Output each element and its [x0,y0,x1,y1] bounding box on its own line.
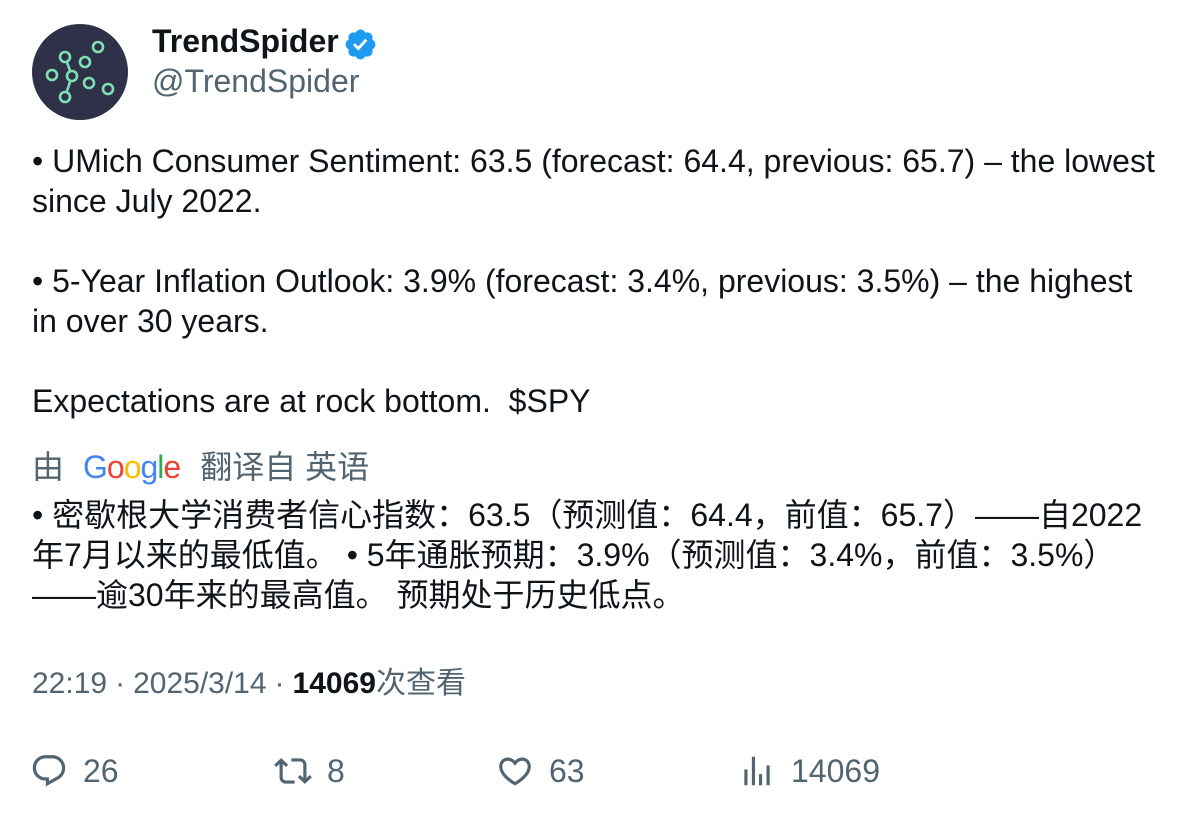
retweet-icon [274,758,312,784]
tweet-date[interactable]: 2025/3/14 [133,667,266,700]
tweet-paragraph: • 5-Year Inflation Outlook: 3.9% (foreca… [32,263,1142,339]
tweet-time[interactable]: 22:19 [32,667,107,700]
like-count: 63 [549,753,585,789]
view-count-label: 次查看 [375,667,466,700]
google-logo-letter: g [140,449,159,485]
tweet-paragraph: Expectations are at rock bottom. $SPY [32,383,591,419]
google-logo-letter: o [106,449,125,485]
translated-tweet-text: • 密歇根大学消费者信心指数：63.5（预测值：64.4，前值：65.7）——自… [32,497,1143,613]
view-count: 14069 [292,667,376,700]
translation-attribution: 由 Google 翻译自 英语 [32,447,369,487]
retweet-button[interactable]: 8 [274,752,345,790]
trendspider-logo [32,24,128,120]
google-logo: Google [83,447,181,487]
meta-separator: · [115,667,126,700]
views-button[interactable]: 14069 [738,752,880,790]
meta-separator: · [274,667,285,700]
tweet-paragraph: • UMich Consumer Sentiment: 63.5 (foreca… [32,143,1164,219]
heart-icon [499,757,531,786]
tweet-metadata: 22:19 · 2025/3/14 · 14069次查看 [32,664,466,704]
author-name-row: TrendSpider [152,21,378,61]
reply-icon [32,755,66,787]
translated-by-prefix: 由 [32,449,65,485]
reply-count: 26 [83,753,119,789]
views-count: 14069 [791,753,880,789]
like-button[interactable]: 63 [496,752,585,790]
reply-button[interactable]: 26 [30,752,119,790]
google-logo-letter: e [163,449,181,485]
author-handle[interactable]: @TrendSpider [152,61,359,101]
tweet-body: • UMich Consumer Sentiment: 63.5 (foreca… [32,141,1164,421]
translated-from-language: 翻译自 英语 [200,449,370,485]
views-chart-icon [744,756,770,786]
verified-badge-icon[interactable] [343,27,378,62]
retweet-count: 8 [327,753,345,789]
google-logo-letter: o [123,449,142,485]
author-name[interactable]: TrendSpider [152,21,339,61]
avatar[interactable] [32,24,128,120]
google-logo-letter: G [83,449,108,485]
